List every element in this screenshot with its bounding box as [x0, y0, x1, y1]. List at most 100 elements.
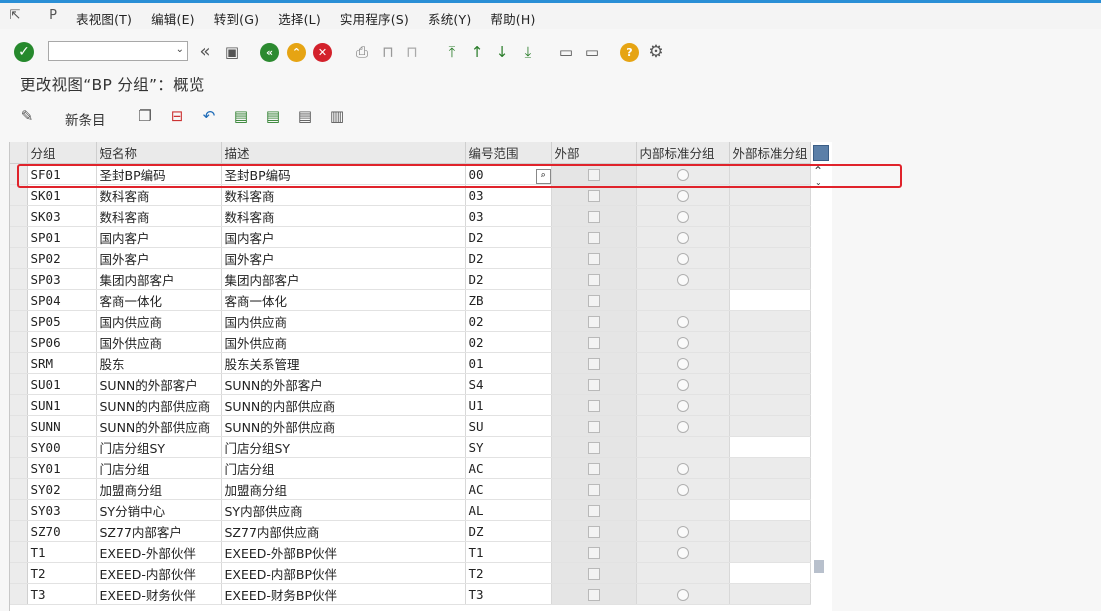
internal-std-radio[interactable]	[676, 421, 689, 433]
cell-number-range[interactable]: AC	[465, 457, 552, 479]
cell-external-std-group[interactable]	[729, 394, 811, 416]
cell-number-range[interactable]: ZB	[465, 289, 552, 311]
cell-internal-std-group[interactable]	[636, 205, 730, 227]
cell-external-std-group[interactable]	[729, 247, 811, 269]
cell-number-range[interactable]: DZ	[465, 520, 552, 542]
previous-page-icon[interactable]: ↑	[466, 41, 488, 63]
cell-short-name[interactable]: 加盟商分组	[96, 478, 222, 500]
cell-external[interactable]	[551, 394, 637, 416]
row-selector[interactable]	[10, 520, 28, 542]
cell-number-range[interactable]: 02	[465, 310, 552, 332]
internal-std-radio[interactable]	[676, 211, 689, 223]
cell-description[interactable]: 国内供应商	[221, 310, 466, 332]
menu-item[interactable]: 帮助(H)	[490, 9, 535, 28]
cell-number-range[interactable]: S4	[465, 373, 552, 395]
cell-external-std-group[interactable]	[729, 331, 811, 353]
cell-internal-std-group[interactable]	[636, 562, 730, 584]
column-header-external[interactable]: 外部	[551, 142, 637, 164]
enter-button[interactable]: ✓	[14, 42, 34, 62]
cell-short-name[interactable]: 门店分组SY	[96, 436, 222, 458]
cell-internal-std-group[interactable]	[636, 373, 730, 395]
cell-number-range[interactable]: D2	[465, 268, 552, 290]
external-checkbox[interactable]	[587, 526, 600, 538]
chevron-down-icon[interactable]: ⌄	[176, 44, 184, 55]
cell-external-std-group[interactable]	[729, 289, 811, 311]
cell-short-name[interactable]: 股东	[96, 352, 222, 374]
print-icon[interactable]: ⎙	[351, 41, 373, 63]
cell-internal-std-group[interactable]	[636, 583, 730, 605]
menu-item[interactable]: 表视图(T)	[76, 9, 132, 28]
cell-short-name[interactable]: 国外客户	[96, 247, 222, 269]
cell-external[interactable]	[551, 289, 637, 311]
cell-short-name[interactable]: SZ77内部客户	[96, 520, 222, 542]
table-row[interactable]: SP02 国外客户 国外客户 D2	[10, 247, 811, 269]
table-row[interactable]: SY02 加盟商分组 加盟商分组 AC	[10, 478, 811, 500]
external-checkbox[interactable]	[587, 421, 600, 433]
table-row[interactable]: SY03 SY分销中心 SY内部供应商 AL	[10, 499, 811, 521]
print-field-list-icon[interactable]: ▥	[328, 107, 346, 125]
external-checkbox[interactable]	[587, 358, 600, 370]
table-row[interactable]: SP03 集团内部客户 集团内部客户 D2	[10, 268, 811, 290]
cell-external[interactable]	[551, 499, 637, 521]
cell-number-range[interactable]: T3	[465, 583, 552, 605]
cell-description[interactable]: 门店分组SY	[221, 436, 466, 458]
cell-short-name[interactable]: 数科客商	[96, 205, 222, 227]
shortcut-icon[interactable]: ▭	[581, 41, 603, 63]
menu-item[interactable]: 系统(Y)	[428, 9, 471, 28]
cell-number-range[interactable]: SU	[465, 415, 552, 437]
cell-external-std-group[interactable]	[729, 436, 811, 458]
external-checkbox[interactable]	[587, 211, 600, 223]
internal-std-radio[interactable]	[676, 526, 689, 538]
table-row[interactable]: SZ70 SZ77内部客户 SZ77内部供应商 DZ	[10, 520, 811, 542]
vertical-scrollbar[interactable]: ⌃ ⌄	[811, 164, 829, 611]
settings-gear-icon[interactable]: ⚙	[645, 41, 667, 63]
row-selector[interactable]	[10, 352, 28, 374]
cell-description[interactable]: 国外供应商	[221, 331, 466, 353]
external-checkbox[interactable]	[587, 190, 600, 202]
select-all-icon[interactable]: ▤	[232, 107, 250, 125]
menu-item[interactable]: 选择(L)	[278, 9, 321, 28]
internal-std-radio[interactable]	[676, 379, 689, 391]
cell-internal-std-group[interactable]	[636, 541, 730, 563]
column-header-short-name[interactable]: 短名称	[96, 142, 222, 164]
row-selector[interactable]	[10, 289, 28, 311]
command-input[interactable]	[51, 43, 173, 61]
external-checkbox[interactable]	[587, 253, 600, 265]
cell-external-std-group[interactable]	[729, 205, 811, 227]
cell-internal-std-group[interactable]	[636, 226, 730, 248]
cell-external-std-group[interactable]	[729, 541, 811, 563]
cell-short-name[interactable]: EXEED-财务伙伴	[96, 583, 222, 605]
cell-external[interactable]	[551, 226, 637, 248]
cell-description[interactable]: 国外客户	[221, 247, 466, 269]
table-row[interactable]: SUNN SUNN的外部供应商 SUNN的外部供应商 SU	[10, 415, 811, 437]
cell-external[interactable]	[551, 436, 637, 458]
deselect-all-icon[interactable]: ▤	[296, 107, 314, 125]
cell-short-name[interactable]: 国内供应商	[96, 310, 222, 332]
table-row[interactable]: T1 EXEED-外部伙伴 EXEED-外部BP伙伴 T1	[10, 541, 811, 563]
cell-internal-std-group[interactable]	[636, 394, 730, 416]
external-checkbox[interactable]	[587, 316, 600, 328]
cell-short-name[interactable]: 国内客户	[96, 226, 222, 248]
row-selector[interactable]	[10, 331, 28, 353]
collapse-arrows-icon[interactable]: «	[194, 41, 216, 63]
cell-external-std-group[interactable]	[729, 373, 811, 395]
cell-external[interactable]	[551, 541, 637, 563]
copy-as-icon[interactable]: ❐	[136, 107, 154, 125]
column-header-internal-std-group[interactable]: 内部标准分组	[636, 142, 730, 164]
internal-std-radio[interactable]	[676, 400, 689, 412]
first-page-icon[interactable]: ⤒	[441, 41, 463, 63]
cell-external-std-group[interactable]	[729, 352, 811, 374]
row-selector[interactable]	[10, 499, 28, 521]
cell-external[interactable]	[551, 457, 637, 479]
undo-change-icon[interactable]: ↶	[200, 107, 218, 125]
cell-internal-std-group[interactable]	[636, 310, 730, 332]
cell-number-range[interactable]: T1	[465, 541, 552, 563]
cell-external-std-group[interactable]	[729, 310, 811, 332]
row-selector[interactable]	[10, 373, 28, 395]
cell-internal-std-group[interactable]	[636, 457, 730, 479]
cell-external[interactable]	[551, 520, 637, 542]
table-row[interactable]: SP06 国外供应商 国外供应商 02	[10, 331, 811, 353]
cell-external[interactable]	[551, 205, 637, 227]
external-checkbox[interactable]	[587, 463, 600, 475]
cell-short-name[interactable]: 门店分组	[96, 457, 222, 479]
